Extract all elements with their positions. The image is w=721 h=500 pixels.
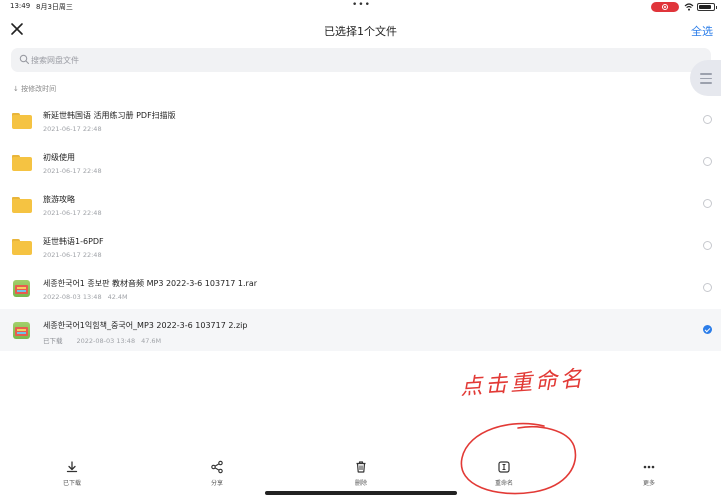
- page-title: 已选择1个文件: [324, 25, 397, 38]
- status-date: 8月3日周三: [36, 3, 73, 11]
- status-bar: 13:49 8月3日周三 •••: [0, 0, 721, 14]
- file-size: 42.4M: [107, 293, 128, 301]
- folder-icon: [12, 155, 32, 171]
- rename-button[interactable]: 重命名: [474, 460, 534, 492]
- screen-record-icon[interactable]: [651, 2, 679, 12]
- file-name: 세종한국어1익힘책_중국어_MP3 2022-3-6 103717 2.zip: [43, 321, 248, 330]
- rename-icon: [498, 461, 510, 473]
- trash-icon: [356, 461, 366, 473]
- file-date: 2021-06-17 22:48: [43, 209, 102, 217]
- home-indicator[interactable]: [265, 491, 457, 495]
- menu-icon: [700, 73, 712, 87]
- more-label: 更多: [642, 480, 655, 487]
- archive-icon: [13, 280, 30, 297]
- radio-icon[interactable]: [703, 199, 712, 208]
- file-size: 47.6M: [141, 337, 162, 345]
- side-menu-handle[interactable]: [690, 60, 721, 96]
- sort-by-modified-time[interactable]: ↓ 按修改时间: [13, 84, 56, 94]
- folder-icon: [12, 197, 32, 213]
- download-icon: [66, 461, 78, 473]
- wifi-icon: [684, 3, 694, 11]
- delete-label: 删除: [354, 480, 367, 487]
- file-name: 新延世韩国语 活用练习册 PDF扫描版: [43, 111, 176, 120]
- file-meta: 2021-06-17 22:48: [43, 251, 102, 259]
- download-status: 已下载: [43, 337, 63, 345]
- list-item[interactable]: 旅游攻略 2021-06-17 22:48: [0, 183, 721, 225]
- checked-radio-icon[interactable]: [703, 325, 712, 334]
- battery-icon: [697, 3, 717, 11]
- status-time: 13:49: [10, 2, 31, 10]
- multitasking-dots[interactable]: •••: [352, 0, 371, 10]
- more-icon: [643, 465, 655, 469]
- file-date: 2021-06-17 22:48: [43, 251, 102, 259]
- radio-icon[interactable]: [703, 157, 712, 166]
- search-bar[interactable]: [11, 48, 711, 72]
- header: 已选择1个文件 全选: [0, 14, 721, 46]
- file-date: 2021-06-17 22:48: [43, 167, 102, 175]
- file-date: 2021-06-17 22:48: [43, 125, 102, 133]
- search-icon: [19, 54, 30, 65]
- file-name: 세종한국어1 종보판 教材音频 MP3 2022-3-6 103717 1.ra…: [43, 279, 258, 288]
- file-date: 2022-08-03 13:48: [76, 337, 136, 345]
- close-icon[interactable]: [10, 22, 24, 36]
- list-item[interactable]: 세종한국어1 종보판 教材音频 MP3 2022-3-6 103717 1.ra…: [0, 267, 721, 309]
- share-icon: [211, 460, 223, 474]
- folder-icon: [12, 113, 32, 129]
- radio-icon[interactable]: [703, 283, 712, 292]
- archive-icon: [13, 322, 30, 339]
- share-label: 分享: [210, 480, 223, 487]
- list-item[interactable]: 延世韩语1-6PDF 2021-06-17 22:48: [0, 225, 721, 267]
- more-button[interactable]: 更多: [619, 460, 679, 492]
- file-name: 旅游攻略: [43, 195, 75, 204]
- share-button[interactable]: 分享: [187, 460, 247, 492]
- file-meta: 2021-06-17 22:48: [43, 209, 102, 217]
- folder-icon: [12, 239, 32, 255]
- select-all-button[interactable]: 全选: [691, 23, 713, 39]
- file-meta: 2021-06-17 22:48: [43, 167, 102, 175]
- list-item[interactable]: 세종한국어1익힘책_중국어_MP3 2022-3-6 103717 2.zip 已…: [0, 309, 721, 351]
- list-item[interactable]: 新延世韩国语 活用练习册 PDF扫描版 2021-06-17 22:48: [0, 99, 721, 141]
- list-item[interactable]: 初级使用 2021-06-17 22:48: [0, 141, 721, 183]
- file-meta: 已下载 2022-08-03 13:48 47.6M: [43, 335, 161, 345]
- search-input[interactable]: [31, 52, 631, 68]
- file-date: 2022-08-03 13:48: [43, 293, 102, 301]
- file-meta: 2022-08-03 13:48 42.4M: [43, 293, 128, 301]
- handwritten-annotation: 点击重命名: [459, 366, 586, 401]
- file-name: 延世韩语1-6PDF: [43, 237, 104, 246]
- download-button[interactable]: 已下载: [42, 460, 102, 492]
- rename-label: 重命名: [494, 480, 513, 487]
- radio-icon[interactable]: [703, 115, 712, 124]
- download-label: 已下载: [62, 480, 81, 487]
- file-name: 初级使用: [43, 153, 75, 162]
- radio-icon[interactable]: [703, 241, 712, 250]
- file-meta: 2021-06-17 22:48: [43, 125, 102, 133]
- delete-button[interactable]: 删除: [331, 460, 391, 492]
